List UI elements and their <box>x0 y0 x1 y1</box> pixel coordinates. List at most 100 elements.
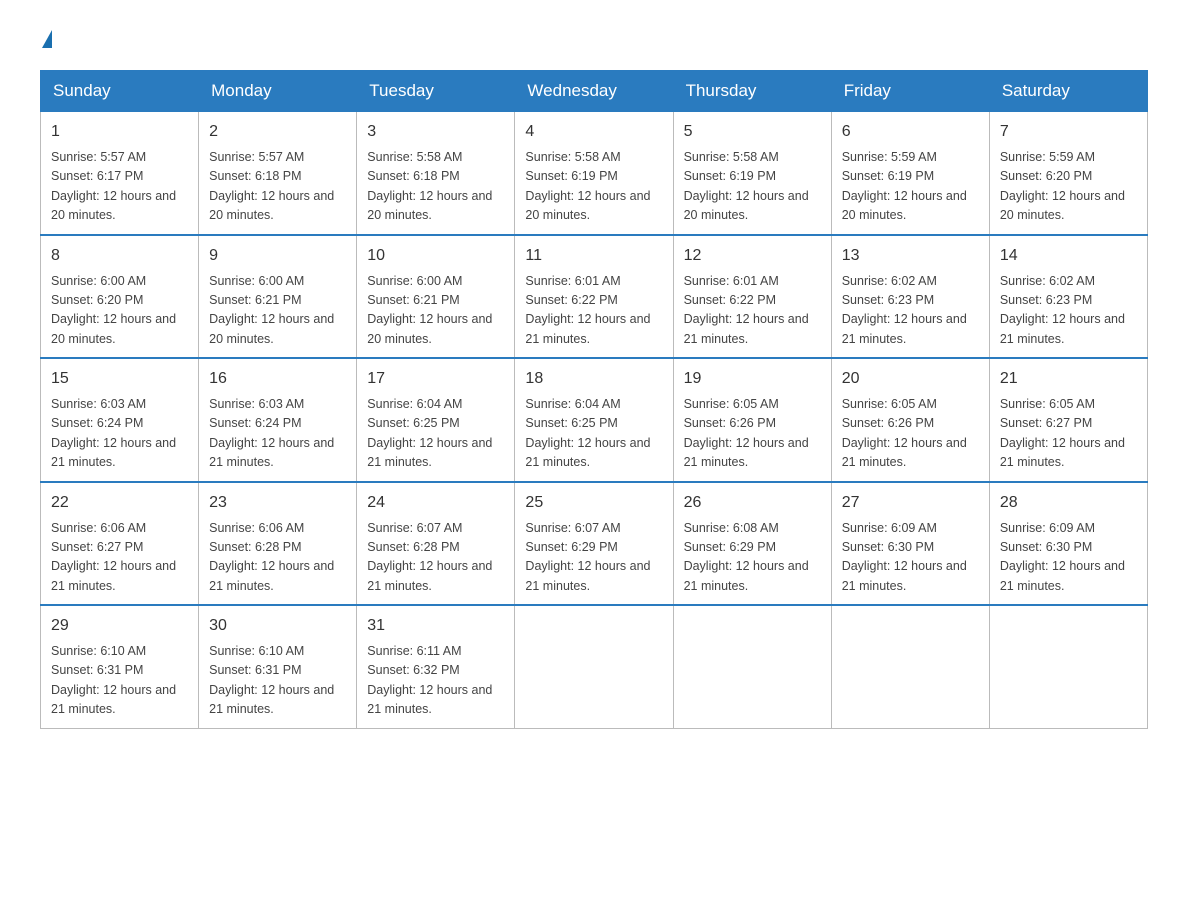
day-number: 8 <box>51 244 188 268</box>
day-number: 27 <box>842 491 979 515</box>
day-info: Sunrise: 6:08 AMSunset: 6:29 PMDaylight:… <box>684 519 821 597</box>
day-number: 1 <box>51 120 188 144</box>
day-number: 24 <box>367 491 504 515</box>
calendar-cell <box>831 605 989 728</box>
day-number: 6 <box>842 120 979 144</box>
day-info: Sunrise: 6:06 AMSunset: 6:28 PMDaylight:… <box>209 519 346 597</box>
day-number: 2 <box>209 120 346 144</box>
day-number: 16 <box>209 367 346 391</box>
day-number: 28 <box>1000 491 1137 515</box>
calendar-cell <box>515 605 673 728</box>
day-info: Sunrise: 6:06 AMSunset: 6:27 PMDaylight:… <box>51 519 188 597</box>
day-info: Sunrise: 5:58 AMSunset: 6:19 PMDaylight:… <box>525 148 662 226</box>
logo-triangle-icon <box>42 30 52 48</box>
day-info: Sunrise: 6:05 AMSunset: 6:26 PMDaylight:… <box>684 395 821 473</box>
calendar-cell: 19 Sunrise: 6:05 AMSunset: 6:26 PMDayligh… <box>673 358 831 482</box>
day-info: Sunrise: 6:10 AMSunset: 6:31 PMDaylight:… <box>51 642 188 720</box>
day-info: Sunrise: 6:01 AMSunset: 6:22 PMDaylight:… <box>684 272 821 350</box>
day-header-tuesday: Tuesday <box>357 71 515 112</box>
day-info: Sunrise: 5:58 AMSunset: 6:18 PMDaylight:… <box>367 148 504 226</box>
day-number: 7 <box>1000 120 1137 144</box>
calendar-cell: 28Sunrise: 6:09 AMSunset: 6:30 PMDayligh… <box>989 482 1147 606</box>
day-number: 25 <box>525 491 662 515</box>
day-number: 13 <box>842 244 979 268</box>
calendar-week-row: 15 Sunrise: 6:03 AMSunset: 6:24 PMDayligh… <box>41 358 1148 482</box>
day-number: 30 <box>209 614 346 638</box>
calendar-cell: 20Sunrise: 6:05 AMSunset: 6:26 PMDayligh… <box>831 358 989 482</box>
calendar-cell <box>989 605 1147 728</box>
calendar-week-row: 22 Sunrise: 6:06 AMSunset: 6:27 PMDayligh… <box>41 482 1148 606</box>
calendar-cell: 3 Sunrise: 5:58 AMSunset: 6:18 PMDaylight… <box>357 112 515 235</box>
calendar-cell: 16 Sunrise: 6:03 AMSunset: 6:24 PMDayligh… <box>199 358 357 482</box>
calendar-cell: 22 Sunrise: 6:06 AMSunset: 6:27 PMDayligh… <box>41 482 199 606</box>
day-number: 17 <box>367 367 504 391</box>
day-info: Sunrise: 6:05 AMSunset: 6:27 PMDaylight:… <box>1000 395 1137 473</box>
day-info: Sunrise: 6:04 AMSunset: 6:25 PMDaylight:… <box>367 395 504 473</box>
calendar-cell: 29 Sunrise: 6:10 AMSunset: 6:31 PMDayligh… <box>41 605 199 728</box>
day-header-wednesday: Wednesday <box>515 71 673 112</box>
day-number: 21 <box>1000 367 1137 391</box>
day-number: 18 <box>525 367 662 391</box>
calendar-cell: 17 Sunrise: 6:04 AMSunset: 6:25 PMDayligh… <box>357 358 515 482</box>
day-headers-row: SundayMondayTuesdayWednesdayThursdayFrid… <box>41 71 1148 112</box>
day-info: Sunrise: 6:05 AMSunset: 6:26 PMDaylight:… <box>842 395 979 473</box>
calendar-cell: 25Sunrise: 6:07 AMSunset: 6:29 PMDayligh… <box>515 482 673 606</box>
calendar-cell: 9 Sunrise: 6:00 AMSunset: 6:21 PMDaylight… <box>199 235 357 359</box>
calendar-cell: 24 Sunrise: 6:07 AMSunset: 6:28 PMDayligh… <box>357 482 515 606</box>
day-info: Sunrise: 6:00 AMSunset: 6:21 PMDaylight:… <box>367 272 504 350</box>
day-number: 14 <box>1000 244 1137 268</box>
calendar-cell: 11Sunrise: 6:01 AMSunset: 6:22 PMDayligh… <box>515 235 673 359</box>
day-header-thursday: Thursday <box>673 71 831 112</box>
calendar-week-row: 1 Sunrise: 5:57 AMSunset: 6:17 PMDaylight… <box>41 112 1148 235</box>
calendar-cell: 12 Sunrise: 6:01 AMSunset: 6:22 PMDayligh… <box>673 235 831 359</box>
day-info: Sunrise: 5:59 AMSunset: 6:19 PMDaylight:… <box>842 148 979 226</box>
day-number: 15 <box>51 367 188 391</box>
day-header-monday: Monday <box>199 71 357 112</box>
day-number: 29 <box>51 614 188 638</box>
calendar-cell: 10 Sunrise: 6:00 AMSunset: 6:21 PMDayligh… <box>357 235 515 359</box>
calendar-cell: 2 Sunrise: 5:57 AMSunset: 6:18 PMDaylight… <box>199 112 357 235</box>
day-number: 19 <box>684 367 821 391</box>
day-info: Sunrise: 5:57 AMSunset: 6:17 PMDaylight:… <box>51 148 188 226</box>
logo: Blue <box>40 30 52 50</box>
calendar-cell: 4Sunrise: 5:58 AMSunset: 6:19 PMDaylight… <box>515 112 673 235</box>
day-info: Sunrise: 6:07 AMSunset: 6:28 PMDaylight:… <box>367 519 504 597</box>
calendar-cell: 8Sunrise: 6:00 AMSunset: 6:20 PMDaylight… <box>41 235 199 359</box>
day-info: Sunrise: 6:00 AMSunset: 6:21 PMDaylight:… <box>209 272 346 350</box>
calendar-week-row: 29 Sunrise: 6:10 AMSunset: 6:31 PMDayligh… <box>41 605 1148 728</box>
day-number: 3 <box>367 120 504 144</box>
day-number: 9 <box>209 244 346 268</box>
day-info: Sunrise: 6:03 AMSunset: 6:24 PMDaylight:… <box>209 395 346 473</box>
day-header-saturday: Saturday <box>989 71 1147 112</box>
day-info: Sunrise: 6:02 AMSunset: 6:23 PMDaylight:… <box>842 272 979 350</box>
day-info: Sunrise: 6:10 AMSunset: 6:31 PMDaylight:… <box>209 642 346 720</box>
calendar-cell: 15 Sunrise: 6:03 AMSunset: 6:24 PMDayligh… <box>41 358 199 482</box>
calendar-cell: 21 Sunrise: 6:05 AMSunset: 6:27 PMDayligh… <box>989 358 1147 482</box>
calendar-cell: 7 Sunrise: 5:59 AMSunset: 6:20 PMDaylight… <box>989 112 1147 235</box>
calendar-cell <box>673 605 831 728</box>
calendar-cell: 5 Sunrise: 5:58 AMSunset: 6:19 PMDaylight… <box>673 112 831 235</box>
calendar-cell: 26 Sunrise: 6:08 AMSunset: 6:29 PMDayligh… <box>673 482 831 606</box>
day-info: Sunrise: 6:09 AMSunset: 6:30 PMDaylight:… <box>842 519 979 597</box>
calendar-cell: 14Sunrise: 6:02 AMSunset: 6:23 PMDayligh… <box>989 235 1147 359</box>
calendar-table: SundayMondayTuesdayWednesdayThursdayFrid… <box>40 70 1148 729</box>
day-number: 22 <box>51 491 188 515</box>
day-number: 12 <box>684 244 821 268</box>
day-info: Sunrise: 6:01 AMSunset: 6:22 PMDaylight:… <box>525 272 662 350</box>
day-number: 31 <box>367 614 504 638</box>
day-info: Sunrise: 5:59 AMSunset: 6:20 PMDaylight:… <box>1000 148 1137 226</box>
day-info: Sunrise: 6:03 AMSunset: 6:24 PMDaylight:… <box>51 395 188 473</box>
day-number: 10 <box>367 244 504 268</box>
calendar-cell: 1 Sunrise: 5:57 AMSunset: 6:17 PMDaylight… <box>41 112 199 235</box>
calendar-cell: 13 Sunrise: 6:02 AMSunset: 6:23 PMDayligh… <box>831 235 989 359</box>
calendar-cell: 27 Sunrise: 6:09 AMSunset: 6:30 PMDayligh… <box>831 482 989 606</box>
day-info: Sunrise: 5:57 AMSunset: 6:18 PMDaylight:… <box>209 148 346 226</box>
day-header-friday: Friday <box>831 71 989 112</box>
calendar-cell: 30 Sunrise: 6:10 AMSunset: 6:31 PMDayligh… <box>199 605 357 728</box>
day-number: 26 <box>684 491 821 515</box>
day-info: Sunrise: 5:58 AMSunset: 6:19 PMDaylight:… <box>684 148 821 226</box>
day-info: Sunrise: 6:11 AMSunset: 6:32 PMDaylight:… <box>367 642 504 720</box>
day-number: 5 <box>684 120 821 144</box>
calendar-week-row: 8Sunrise: 6:00 AMSunset: 6:20 PMDaylight… <box>41 235 1148 359</box>
calendar-cell: 6 Sunrise: 5:59 AMSunset: 6:19 PMDaylight… <box>831 112 989 235</box>
